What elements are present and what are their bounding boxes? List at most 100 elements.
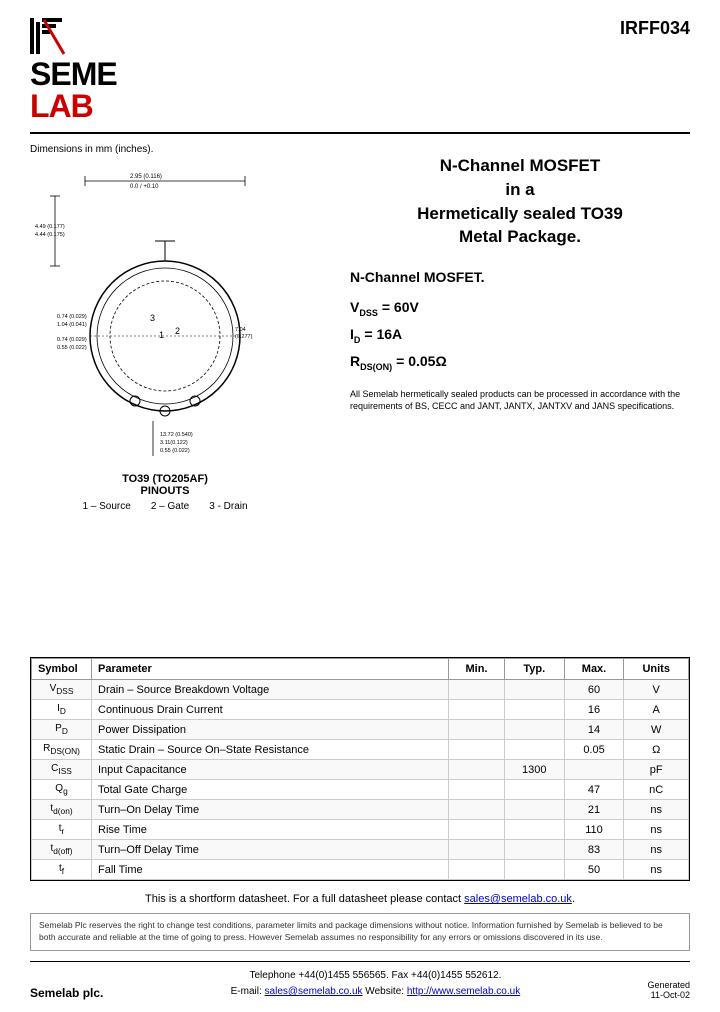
cell-symbol: Qg bbox=[32, 780, 92, 800]
footer-website-label: Website: bbox=[363, 986, 407, 997]
cell-typ bbox=[504, 780, 564, 800]
parameters-table-section: Symbol Parameter Min. Typ. Max. Units VD… bbox=[30, 657, 690, 881]
pin1-label: 1 – Source bbox=[82, 501, 130, 512]
footer-contact: Telephone +44(0)1455 556565. Fax +44(0)1… bbox=[231, 968, 521, 1000]
cell-symbol: VDSS bbox=[32, 680, 92, 700]
footer-website-link[interactable]: http://www.semelab.co.uk bbox=[407, 986, 520, 997]
vdss-value: = 60V bbox=[382, 299, 419, 315]
table-row: QgTotal Gate Charge 47nC bbox=[32, 780, 689, 800]
parameters-table: Symbol Parameter Min. Typ. Max. Units VD… bbox=[31, 658, 689, 880]
svg-text:0.55 (0.022): 0.55 (0.022) bbox=[57, 345, 87, 351]
svg-text:0.0 / +0.10: 0.0 / +0.10 bbox=[130, 184, 159, 190]
cell-parameter: Power Dissipation bbox=[92, 720, 449, 740]
left-column: Dimensions in mm (inches). 2.95 (0.116) … bbox=[30, 144, 320, 647]
cell-units: ns bbox=[624, 820, 689, 840]
disclaimer-text: Semelab Plc reserves the right to change… bbox=[39, 920, 663, 942]
col-units: Units bbox=[624, 659, 689, 680]
product-title: N-Channel MOSFET in a Hermetically seale… bbox=[350, 154, 690, 249]
cell-min bbox=[449, 740, 505, 760]
footer-telephone: Telephone +44(0)1455 556565. Fax +44(0)1… bbox=[231, 968, 521, 984]
shortform-email-link[interactable]: sales@semelab.co.uk bbox=[464, 893, 572, 905]
table-row: IDContinuous Drain Current16A bbox=[32, 700, 689, 720]
title-line2: in a bbox=[505, 180, 534, 199]
id-spec: ID = 16A bbox=[350, 326, 690, 345]
main-content: Dimensions in mm (inches). 2.95 (0.116) … bbox=[30, 144, 690, 647]
package-drawing: 2.95 (0.116) 0.0 / +0.10 4.49 (0.177) 4.… bbox=[30, 161, 300, 521]
cell-min bbox=[449, 820, 505, 840]
table-header-row: Symbol Parameter Min. Typ. Max. Units bbox=[32, 659, 689, 680]
cell-symbol: tf bbox=[32, 860, 92, 880]
id-value: = 16A bbox=[364, 326, 402, 342]
svg-text:0.74 (0.029): 0.74 (0.029) bbox=[57, 314, 87, 320]
cell-max: 47 bbox=[564, 780, 624, 800]
specs-section: N-Channel MOSFET. VDSS = 60V ID = 16A RD… bbox=[350, 269, 690, 413]
cell-typ bbox=[504, 860, 564, 880]
cell-typ bbox=[504, 820, 564, 840]
cell-typ bbox=[504, 740, 564, 760]
pin2-label: 2 – Gate bbox=[151, 501, 189, 512]
cell-typ bbox=[504, 680, 564, 700]
cell-units: ns bbox=[624, 860, 689, 880]
cell-min bbox=[449, 860, 505, 880]
table-row: tfFall Time50ns bbox=[32, 860, 689, 880]
footer-email-link[interactable]: sales@semelab.co.uk bbox=[265, 986, 363, 997]
dimensions-label: Dimensions in mm (inches). bbox=[30, 144, 320, 155]
vdss-symbol: VDSS bbox=[350, 299, 378, 318]
shortform-note: This is a shortform datasheet. For a ful… bbox=[30, 893, 690, 905]
cell-units: pF bbox=[624, 760, 689, 780]
vdss-spec: VDSS = 60V bbox=[350, 299, 690, 318]
cell-min bbox=[449, 680, 505, 700]
cell-units: ns bbox=[624, 840, 689, 860]
col-max: Max. bbox=[564, 659, 624, 680]
svg-text:4.49 (0.177): 4.49 (0.177) bbox=[35, 224, 65, 230]
cell-parameter: Turn–Off Delay Time bbox=[92, 840, 449, 860]
pinouts-label: PINOUTS bbox=[141, 485, 190, 497]
part-number: IRFF034 bbox=[620, 18, 690, 39]
svg-text:0.55 (0.022): 0.55 (0.022) bbox=[160, 448, 190, 454]
cell-parameter: Input Capacitance bbox=[92, 760, 449, 780]
cell-max: 83 bbox=[564, 840, 624, 860]
svg-text:3.11(0.122): 3.11(0.122) bbox=[160, 440, 188, 446]
footer-company: Semelab plc. bbox=[30, 986, 103, 1000]
logo-seme: SEME bbox=[30, 56, 117, 92]
svg-text:4.44 (0.175): 4.44 (0.175) bbox=[35, 232, 65, 238]
cell-max: 14 bbox=[564, 720, 624, 740]
logo-text: SEME LAB bbox=[30, 58, 117, 122]
table-row: PDPower Dissipation14W bbox=[32, 720, 689, 740]
cell-units: nC bbox=[624, 780, 689, 800]
cell-max: 21 bbox=[564, 800, 624, 820]
rds-value: = 0.05Ω bbox=[396, 353, 447, 369]
footer-email-line: E-mail: sales@semelab.co.uk Website: htt… bbox=[231, 984, 521, 1000]
cell-units: ns bbox=[624, 800, 689, 820]
package-svg: 2.95 (0.116) 0.0 / +0.10 4.49 (0.177) 4.… bbox=[35, 161, 295, 471]
rds-spec: RDS(ON) = 0.05Ω bbox=[350, 353, 690, 372]
col-typ: Typ. bbox=[504, 659, 564, 680]
footer-email-label: E-mail: bbox=[231, 986, 265, 997]
cell-min bbox=[449, 780, 505, 800]
title-line3: Hermetically sealed TO39 bbox=[417, 204, 623, 223]
cell-min bbox=[449, 840, 505, 860]
svg-text:3: 3 bbox=[150, 313, 155, 323]
cell-parameter: Static Drain – Source On–State Resistanc… bbox=[92, 740, 449, 760]
pinout-pins: 1 – Source 2 – Gate 3 - Drain bbox=[82, 501, 247, 512]
svg-text:2.95 (0.116): 2.95 (0.116) bbox=[130, 174, 162, 180]
title-line1: N-Channel MOSFET bbox=[440, 156, 601, 175]
n-channel-label: N-Channel MOSFET. bbox=[350, 269, 690, 285]
cell-parameter: Total Gate Charge bbox=[92, 780, 449, 800]
cell-min bbox=[449, 700, 505, 720]
shortform-text: This is a shortform datasheet. For a ful… bbox=[145, 893, 464, 905]
cell-typ: 1300 bbox=[504, 760, 564, 780]
footer-generated-label: Generated bbox=[647, 980, 690, 990]
svg-text:1: 1 bbox=[159, 330, 164, 340]
pin3-label: 3 - Drain bbox=[209, 501, 247, 512]
cell-typ bbox=[504, 720, 564, 740]
logo-lab: LAB bbox=[30, 88, 93, 124]
right-column: N-Channel MOSFET in a Hermetically seale… bbox=[330, 144, 690, 647]
cell-max: 50 bbox=[564, 860, 624, 880]
footer: Semelab plc. Telephone +44(0)1455 556565… bbox=[30, 961, 690, 1000]
id-symbol: ID bbox=[350, 326, 360, 345]
cell-parameter: Continuous Drain Current bbox=[92, 700, 449, 720]
table-row: CISSInput Capacitance1300pF bbox=[32, 760, 689, 780]
logo-decoration bbox=[30, 18, 85, 56]
cell-min bbox=[449, 800, 505, 820]
